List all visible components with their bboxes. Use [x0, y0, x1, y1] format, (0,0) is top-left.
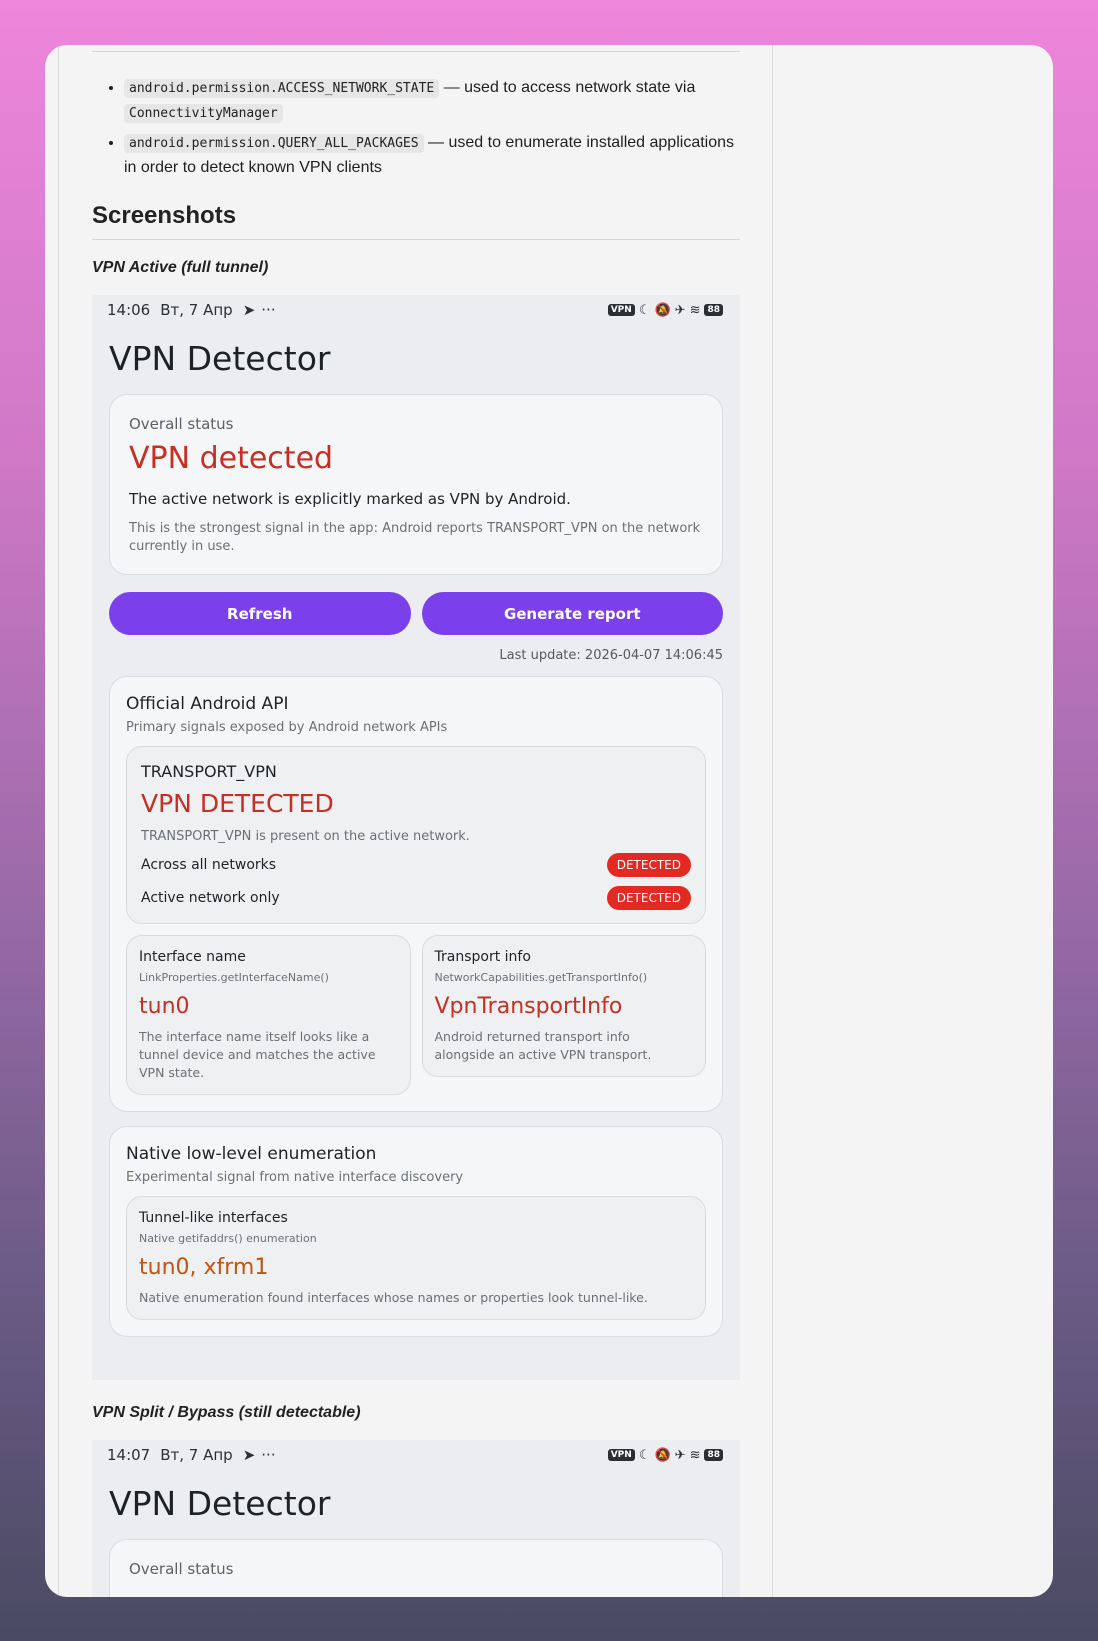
phone-status-bar: 14:07 Вт, 7 Апр ➤ ··· VPN ☾ 🔕 ✈ ≋ 88: [92, 1440, 740, 1470]
readme-content: android.permission.ACCESS_NETWORK_STATE …: [92, 45, 740, 1597]
card-title: Interface name: [139, 949, 246, 965]
transport-vpn-card: TRANSPORT_VPN VPN DETECTED TRANSPORT_VPN…: [126, 746, 706, 924]
row-label: Across all networks: [141, 857, 277, 873]
action-buttons: Refresh Generate report: [109, 592, 723, 635]
inline-code: android.permission.QUERY_ALL_PACKAGES: [124, 134, 424, 153]
screenshot-image: 14:07 Вт, 7 Апр ➤ ··· VPN ☾ 🔕 ✈ ≋ 88 VPN…: [92, 1440, 740, 1597]
tunnel-interfaces-card: Tunnel-like interfaces Native getifaddrs…: [126, 1196, 706, 1320]
telegram-icon: ➤: [242, 1446, 256, 1464]
transport-info-card: Transport info NetworkCapabilities.getTr…: [421, 935, 706, 1077]
card-value: VpnTransportInfo: [434, 994, 623, 1019]
screenshot-caption: VPN Split / Bypass (still detectable): [92, 1404, 361, 1421]
card-value: tun0, xfrm1: [139, 1255, 269, 1280]
clock: 14:07: [107, 1446, 151, 1464]
browser-window: android.permission.ACCESS_NETWORK_STATE …: [45, 45, 1053, 1597]
telegram-icon: ➤: [242, 301, 256, 319]
permissions-list: android.permission.ACCESS_NETWORK_STATE …: [92, 76, 740, 180]
section-subtitle: Primary signals exposed by Android netwo…: [126, 720, 448, 735]
card-value: tun0: [139, 994, 190, 1019]
battery-icon: 88: [704, 1449, 723, 1461]
muted-bell-icon: 🔕: [654, 1447, 671, 1463]
last-update: Last update: 2026-04-07 14:06:45: [499, 648, 723, 663]
section-subtitle: Experimental signal from native interfac…: [126, 1170, 464, 1185]
overall-status-card: Overall status: [109, 1539, 723, 1597]
card-desc: Android returned transport info alongsid…: [434, 1029, 652, 1062]
wifi-icon: ≋: [689, 302, 701, 318]
right-divider: [772, 45, 773, 1597]
card-desc: Native enumeration found interfaces whos…: [139, 1290, 648, 1305]
heading-divider: [92, 239, 740, 240]
refresh-button[interactable]: Refresh: [109, 592, 411, 635]
status-badge: DETECTED: [606, 886, 691, 910]
row-label: Active network only: [141, 890, 280, 906]
overall-status-label: Overall status: [129, 1560, 234, 1578]
airplane-icon: ✈: [674, 1447, 686, 1463]
more-dots-icon: ···: [261, 301, 276, 319]
card-subtitle: NetworkCapabilities.getTransportInfo(): [434, 971, 648, 984]
app-title: VPN Detector: [109, 1484, 331, 1523]
overall-status-card: Overall status VPN detected The active n…: [109, 394, 723, 575]
card-subtitle: LinkProperties.getInterfaceName(): [139, 971, 329, 984]
screenshot-image: 14:06 Вт, 7 Апр ➤ ··· VPN ☾ 🔕 ✈ ≋ 88 VPN…: [92, 295, 740, 1380]
more-dots-icon: ···: [261, 1446, 276, 1464]
section-title: Official Android API: [126, 694, 289, 714]
moon-icon: ☾: [638, 1447, 651, 1463]
section-divider: [92, 51, 740, 52]
signal-columns: Interface name LinkProperties.getInterfa…: [126, 935, 706, 1095]
signal-value: VPN DETECTED: [141, 789, 334, 818]
interface-name-card: Interface name LinkProperties.getInterfa…: [126, 935, 411, 1095]
battery-icon: 88: [704, 304, 723, 316]
status-badge: DETECTED: [606, 853, 691, 877]
overall-status-value: VPN detected: [129, 441, 334, 476]
overall-status-desc: The active network is explicitly marked …: [129, 490, 571, 508]
muted-bell-icon: 🔕: [654, 302, 671, 318]
clock: 14:06: [107, 301, 151, 319]
inline-code: android.permission.ACCESS_NETWORK_STATE: [124, 79, 440, 98]
card-desc: The interface name itself looks like a t…: [139, 1029, 376, 1080]
generate-report-button[interactable]: Generate report: [421, 592, 723, 635]
signal-desc: TRANSPORT_VPN is present on the active n…: [141, 829, 470, 844]
detection-row: Active network only DETECTED: [141, 886, 691, 910]
vpn-status-icon: VPN: [607, 304, 635, 316]
wifi-icon: ≋: [689, 1447, 701, 1463]
date: Вт, 7 Апр: [160, 301, 233, 319]
card-title: Tunnel-like interfaces: [139, 1210, 288, 1226]
vpn-status-icon: VPN: [607, 1449, 635, 1461]
left-divider: [58, 45, 59, 1597]
airplane-icon: ✈: [674, 302, 686, 318]
signal-name: TRANSPORT_VPN: [141, 762, 277, 781]
overall-status-label: Overall status: [129, 415, 234, 433]
overall-status-sub: This is the strongest signal in the app:…: [129, 521, 701, 554]
detection-row: Across all networks DETECTED: [141, 853, 691, 877]
moon-icon: ☾: [638, 302, 651, 318]
list-item: android.permission.QUERY_ALL_PACKAGES — …: [124, 131, 740, 180]
inline-code: ConnectivityManager: [124, 104, 283, 123]
screenshot-caption: VPN Active (full tunnel): [92, 259, 269, 276]
screenshots-heading: Screenshots: [92, 202, 237, 229]
list-item-text: — used to access network state via: [443, 79, 696, 96]
card-subtitle: Native getifaddrs() enumeration: [139, 1232, 317, 1245]
list-item: android.permission.ACCESS_NETWORK_STATE …: [124, 76, 740, 126]
phone-status-bar: 14:06 Вт, 7 Апр ➤ ··· VPN ☾ 🔕 ✈ ≋ 88: [92, 295, 740, 325]
card-title: Transport info: [434, 949, 531, 965]
native-enumeration-card: Native low-level enumeration Experimenta…: [109, 1126, 723, 1337]
official-api-card: Official Android API Primary signals exp…: [109, 676, 723, 1112]
date: Вт, 7 Апр: [160, 1446, 233, 1464]
section-title: Native low-level enumeration: [126, 1144, 377, 1164]
app-title: VPN Detector: [109, 339, 331, 378]
